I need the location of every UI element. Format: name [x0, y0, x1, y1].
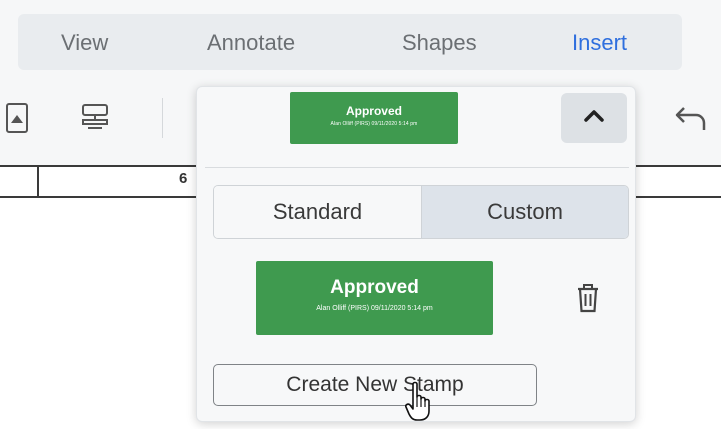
custom-stamp-item[interactable]: Approved Alan Olliff (PIRS) 09/11/2020 5…: [256, 261, 493, 335]
tab-shapes[interactable]: Shapes: [402, 14, 477, 70]
tab-annotate[interactable]: Annotate: [207, 14, 295, 70]
tab-view[interactable]: View: [61, 14, 108, 70]
image-icon[interactable]: [6, 103, 28, 138]
selected-stamp-preview[interactable]: Approved Alan Olliff (PIRS) 09/11/2020 5…: [290, 92, 458, 144]
panel-divider: [205, 167, 629, 168]
chevron-up-icon: [583, 109, 605, 128]
table-cell-border: [37, 165, 39, 198]
stamp-panel: Approved Alan Olliff (PIRS) 09/11/2020 5…: [196, 86, 636, 422]
tab-standard[interactable]: Standard: [214, 186, 422, 238]
stamp-type-toggle: Standard Custom: [213, 185, 629, 239]
undo-icon[interactable]: [674, 104, 708, 137]
create-new-stamp-button[interactable]: Create New Stamp: [213, 364, 537, 406]
signature-icon[interactable]: [80, 103, 110, 136]
hand-pointer-cursor-icon: [405, 381, 431, 426]
stamp-subtitle: Alan Olliff (PIRS) 09/11/2020 5:14 pm: [330, 121, 418, 127]
stamp-subtitle: Alan Olliff (PIRS) 09/11/2020 5:14 pm: [316, 305, 433, 312]
table-cell-number: 6: [179, 170, 188, 187]
stamp-title: Approved: [345, 104, 402, 118]
collapse-button[interactable]: [561, 93, 627, 143]
tab-custom[interactable]: Custom: [422, 186, 628, 238]
menu-bar: View Annotate Shapes Insert: [18, 14, 682, 70]
toolbar-divider: [162, 98, 163, 138]
stamp-title: Approved: [330, 277, 419, 298]
tab-insert[interactable]: Insert: [572, 14, 627, 70]
trash-icon[interactable]: [577, 283, 599, 318]
